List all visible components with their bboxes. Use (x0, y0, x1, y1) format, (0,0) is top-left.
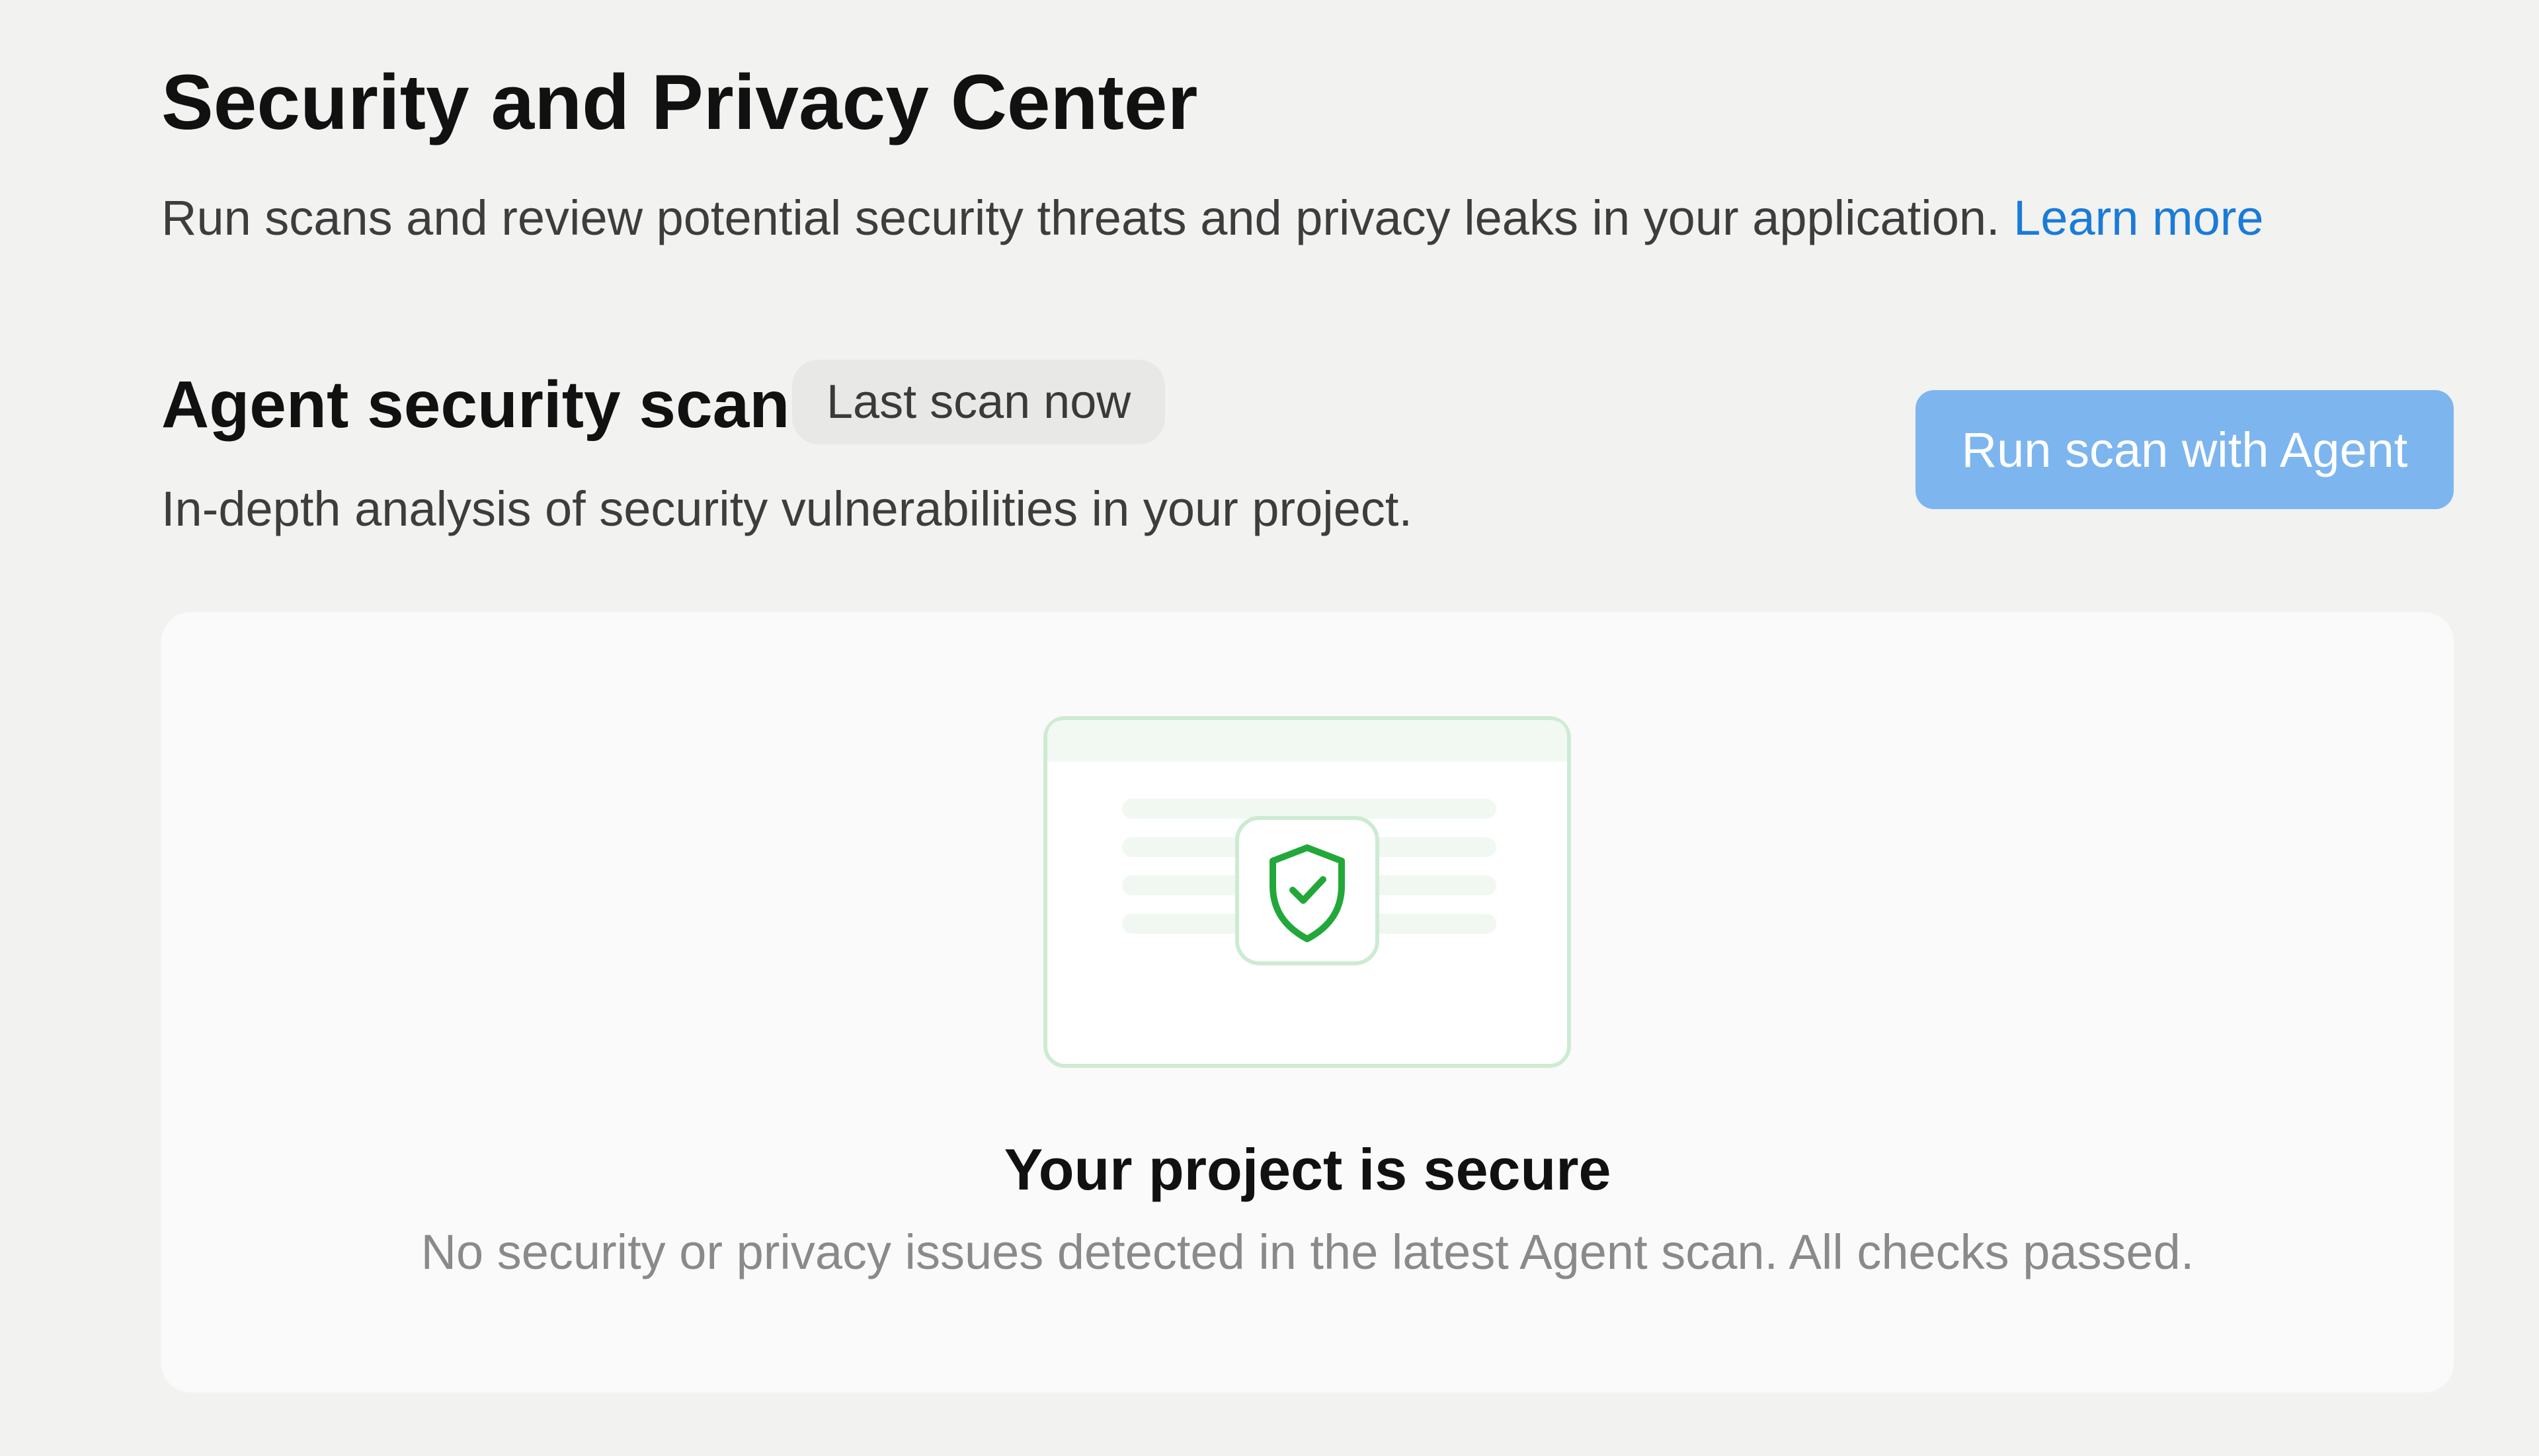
learn-more-link[interactable]: Learn more (2013, 190, 2263, 245)
secure-project-illustration (1043, 716, 1571, 1068)
shield-check-icon (1235, 816, 1379, 965)
page-description-text: Run scans and review potential security … (161, 190, 2000, 245)
result-description: No security or privacy issues detected i… (421, 1225, 2195, 1279)
scan-result-card: Your project is secure No security or pr… (161, 612, 2454, 1393)
last-scan-badge: Last scan now (792, 360, 1166, 444)
security-privacy-page: Security and Privacy Center Run scans an… (0, 0, 2539, 1456)
section-title: Agent security scan (161, 368, 790, 442)
page-title: Security and Privacy Center (161, 59, 1198, 146)
result-title: Your project is secure (1004, 1137, 1611, 1202)
page-description: Run scans and review potential security … (161, 189, 2264, 248)
section-description: In-depth analysis of security vulnerabil… (161, 481, 1413, 536)
run-scan-button[interactable]: Run scan with Agent (1915, 390, 2454, 509)
